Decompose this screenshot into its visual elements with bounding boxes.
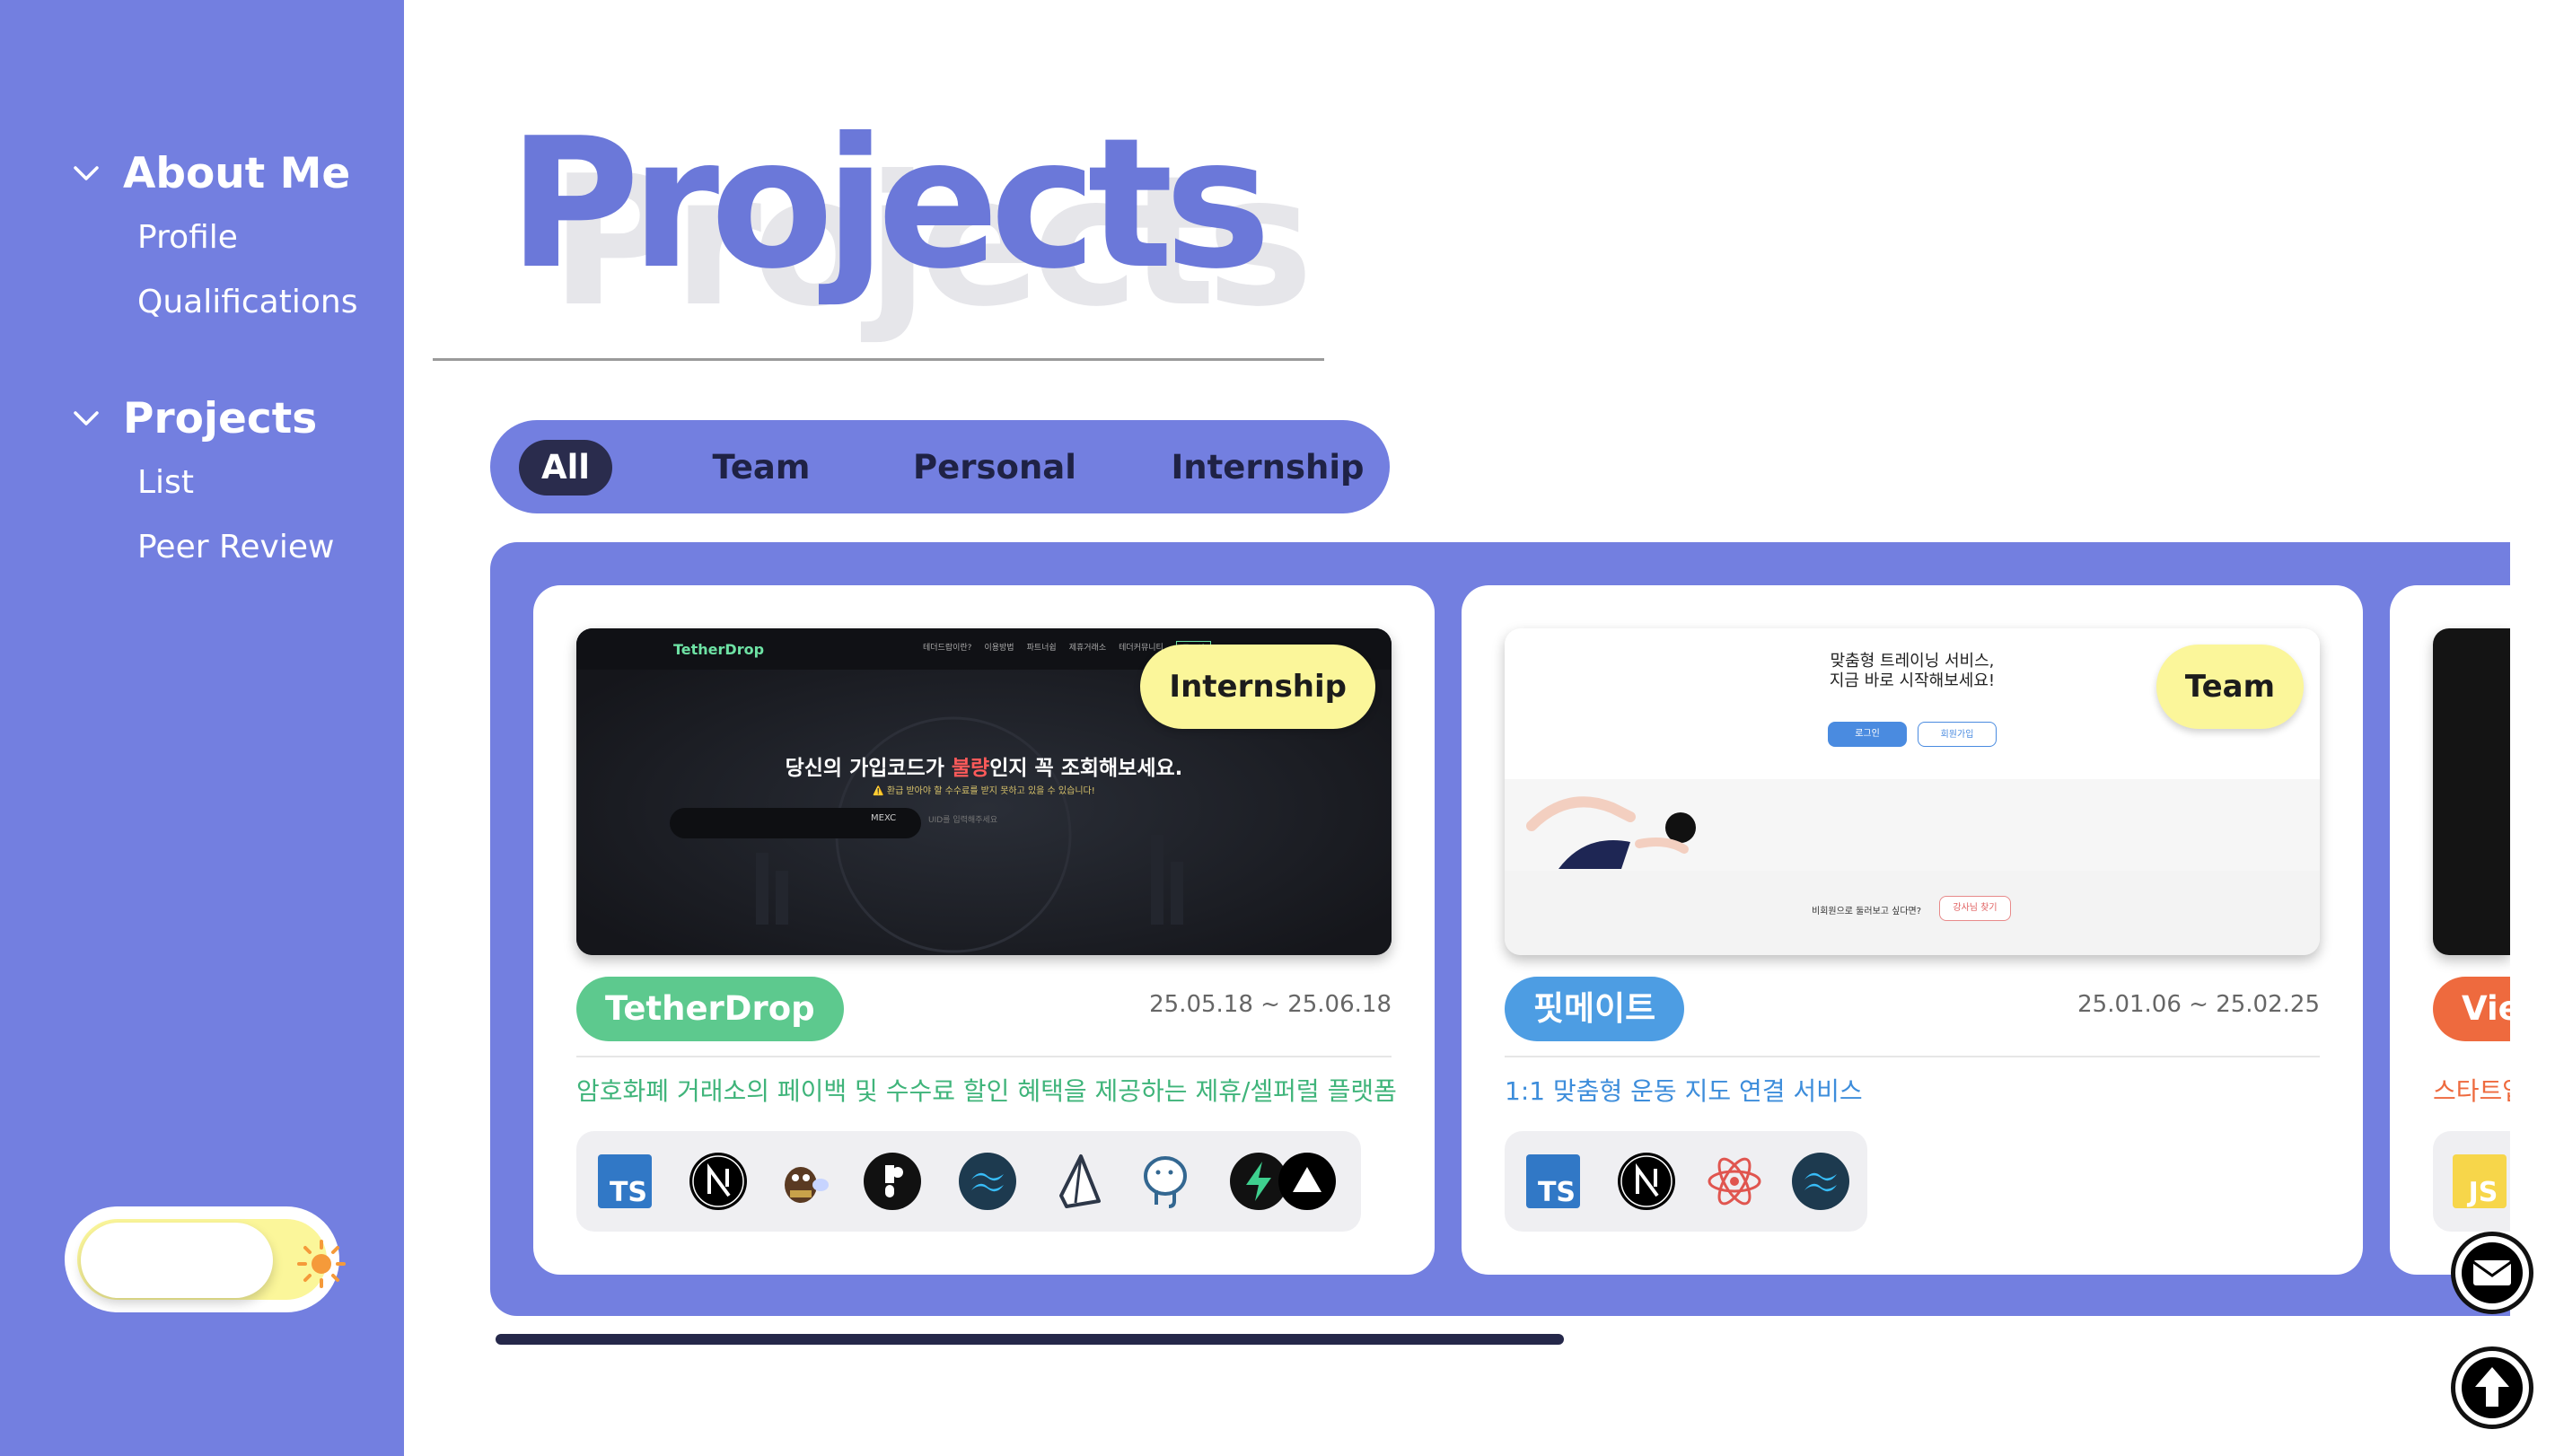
project-name: TetherDrop xyxy=(576,977,844,1041)
project-screenshot xyxy=(2433,628,2510,955)
javascript-icon: JS xyxy=(2449,1151,2510,1212)
tab-team[interactable]: Team xyxy=(689,440,833,496)
category-badge: Team xyxy=(2156,645,2304,729)
project-card[interactable]: Vie 스타트업 JS xyxy=(2390,585,2510,1275)
project-description: 1:1 맞춤형 운동 지도 연결 서비스 xyxy=(1505,1076,1863,1106)
tailwind-icon xyxy=(957,1151,1018,1212)
project-carousel[interactable]: TetherDrop 테더드랍이란? 이용방법 파트너쉽 제휴거래소 테더커뮤니… xyxy=(490,542,2510,1316)
svg-text:TS: TS xyxy=(1538,1177,1576,1208)
preview-menu-item: 테더드랍이란? xyxy=(923,644,972,653)
nav-head-label: Projects xyxy=(123,393,318,443)
carousel-scrollbar[interactable] xyxy=(496,1334,1564,1345)
svg-text:TS: TS xyxy=(610,1177,647,1208)
zustand-icon xyxy=(774,1151,835,1212)
preview-headline-highlight: 불량 xyxy=(951,757,990,780)
preview-menu-item: 이용방법 xyxy=(984,644,1014,653)
preview-headline-prefix: 당신의 가입코드가 xyxy=(785,757,952,780)
preview-signup-button: 회원가입 xyxy=(1918,722,1997,747)
preview-menu-item: 파트너쉽 xyxy=(1026,644,1057,653)
swimmer-illustration xyxy=(1526,796,1696,869)
nav-head-about[interactable]: About Me xyxy=(0,142,404,205)
preview-headline-suffix: 인지 꼭 조회해보세요. xyxy=(989,757,1183,780)
scroll-top-button[interactable] xyxy=(2451,1346,2533,1429)
category-badge: Internship xyxy=(1140,645,1375,729)
nav-section-projects: Projects List Peer Review xyxy=(0,387,404,566)
theme-toggle[interactable] xyxy=(65,1206,346,1312)
title-divider xyxy=(433,358,1324,361)
nav-head-projects[interactable]: Projects xyxy=(0,387,404,450)
tab-all[interactable]: All xyxy=(519,440,612,496)
sidebar-item-list[interactable]: List xyxy=(137,464,194,501)
preview-headline: 당신의 가입코드가 불량인지 꼭 조회해보세요. xyxy=(576,750,1392,781)
react-icon xyxy=(1704,1151,1765,1212)
sidebar-item-peer-review[interactable]: Peer Review xyxy=(137,529,334,566)
sun-icon xyxy=(296,1239,347,1289)
chevron-down-icon xyxy=(70,157,102,189)
page-title: Projects xyxy=(508,100,1271,309)
preview-exchange: MEXC xyxy=(871,813,897,823)
prisma-icon xyxy=(1049,1151,1110,1212)
nav-section-about: About Me Profile Qualifications xyxy=(0,142,404,320)
postgresql-icon xyxy=(1135,1151,1196,1212)
nextjs-icon xyxy=(688,1151,749,1212)
project-description: 암호화폐 거래소의 페이백 및 수수료 할인 혜택을 제공하는 제휴/셀퍼럴 플… xyxy=(576,1076,1397,1106)
theme-toggle-knob[interactable] xyxy=(81,1223,273,1298)
project-name: Vie xyxy=(2433,977,2510,1041)
tech-stack: TS xyxy=(576,1131,1361,1232)
filter-tabs: All Team Personal Internship xyxy=(490,420,1390,513)
sidebar-item-qualifications[interactable]: Qualifications xyxy=(137,284,357,320)
project-description: 스타트업 xyxy=(2433,1076,2510,1106)
project-name: 핏메이트 xyxy=(1505,977,1685,1041)
preview-find-trainer-button: 강사님 찾기 xyxy=(1939,896,2011,921)
tech-stack: JS xyxy=(2433,1131,2510,1232)
sidebar-item-profile[interactable]: Profile xyxy=(137,219,238,256)
nav-head-label: About Me xyxy=(123,148,351,198)
tab-internship[interactable]: Internship xyxy=(1167,440,1368,496)
svg-text:JS: JS xyxy=(2467,1177,2498,1208)
tailwind-icon xyxy=(1790,1151,1851,1212)
preview-search-input: UID를 입력해주세요 xyxy=(928,816,997,825)
preview-menu-item: 제휴거래소 xyxy=(1068,644,1107,653)
preview-login-button: 로그인 xyxy=(1828,722,1907,747)
tab-personal[interactable]: Personal xyxy=(900,440,1090,496)
typescript-icon: TS xyxy=(594,1151,655,1212)
chevron-down-icon xyxy=(70,402,102,434)
tech-stack: TS xyxy=(1505,1131,1867,1232)
typescript-icon: TS xyxy=(1523,1151,1584,1212)
mail-button[interactable] xyxy=(2451,1232,2533,1314)
project-period: 25.01.06 ~ 25.02.25 xyxy=(2077,991,2320,1018)
card-divider xyxy=(1505,1056,2320,1057)
project-period: 25.05.18 ~ 25.06.18 xyxy=(1149,991,1392,1018)
preview-subline: ⚠️ 환급 받아야 할 수수료를 받지 못하고 있을 수 있습니다! xyxy=(873,786,1095,796)
project-card[interactable]: TetherDrop 테더드랍이란? 이용방법 파트너쉽 제휴거래소 테더커뮤니… xyxy=(533,585,1435,1275)
preview-bottom-text: 비회원으로 둘러보고 싶다면? xyxy=(1812,907,1922,917)
card-divider xyxy=(576,1056,1392,1057)
tetherdrop-logo: TetherDrop xyxy=(673,641,765,658)
sidebar: About Me Profile Qualifications Projects… xyxy=(0,0,404,1456)
arrow-up-icon xyxy=(2462,1357,2523,1418)
nextjs-icon xyxy=(1616,1151,1677,1212)
radix-icon xyxy=(862,1151,923,1212)
mail-icon xyxy=(2462,1242,2523,1303)
project-card[interactable]: 맞춤형 트레이닝 서비스, 지금 바로 시작해보세요! 로그인 회원가입 비회원… xyxy=(1462,585,2363,1275)
vercel-icon xyxy=(1277,1151,1338,1212)
